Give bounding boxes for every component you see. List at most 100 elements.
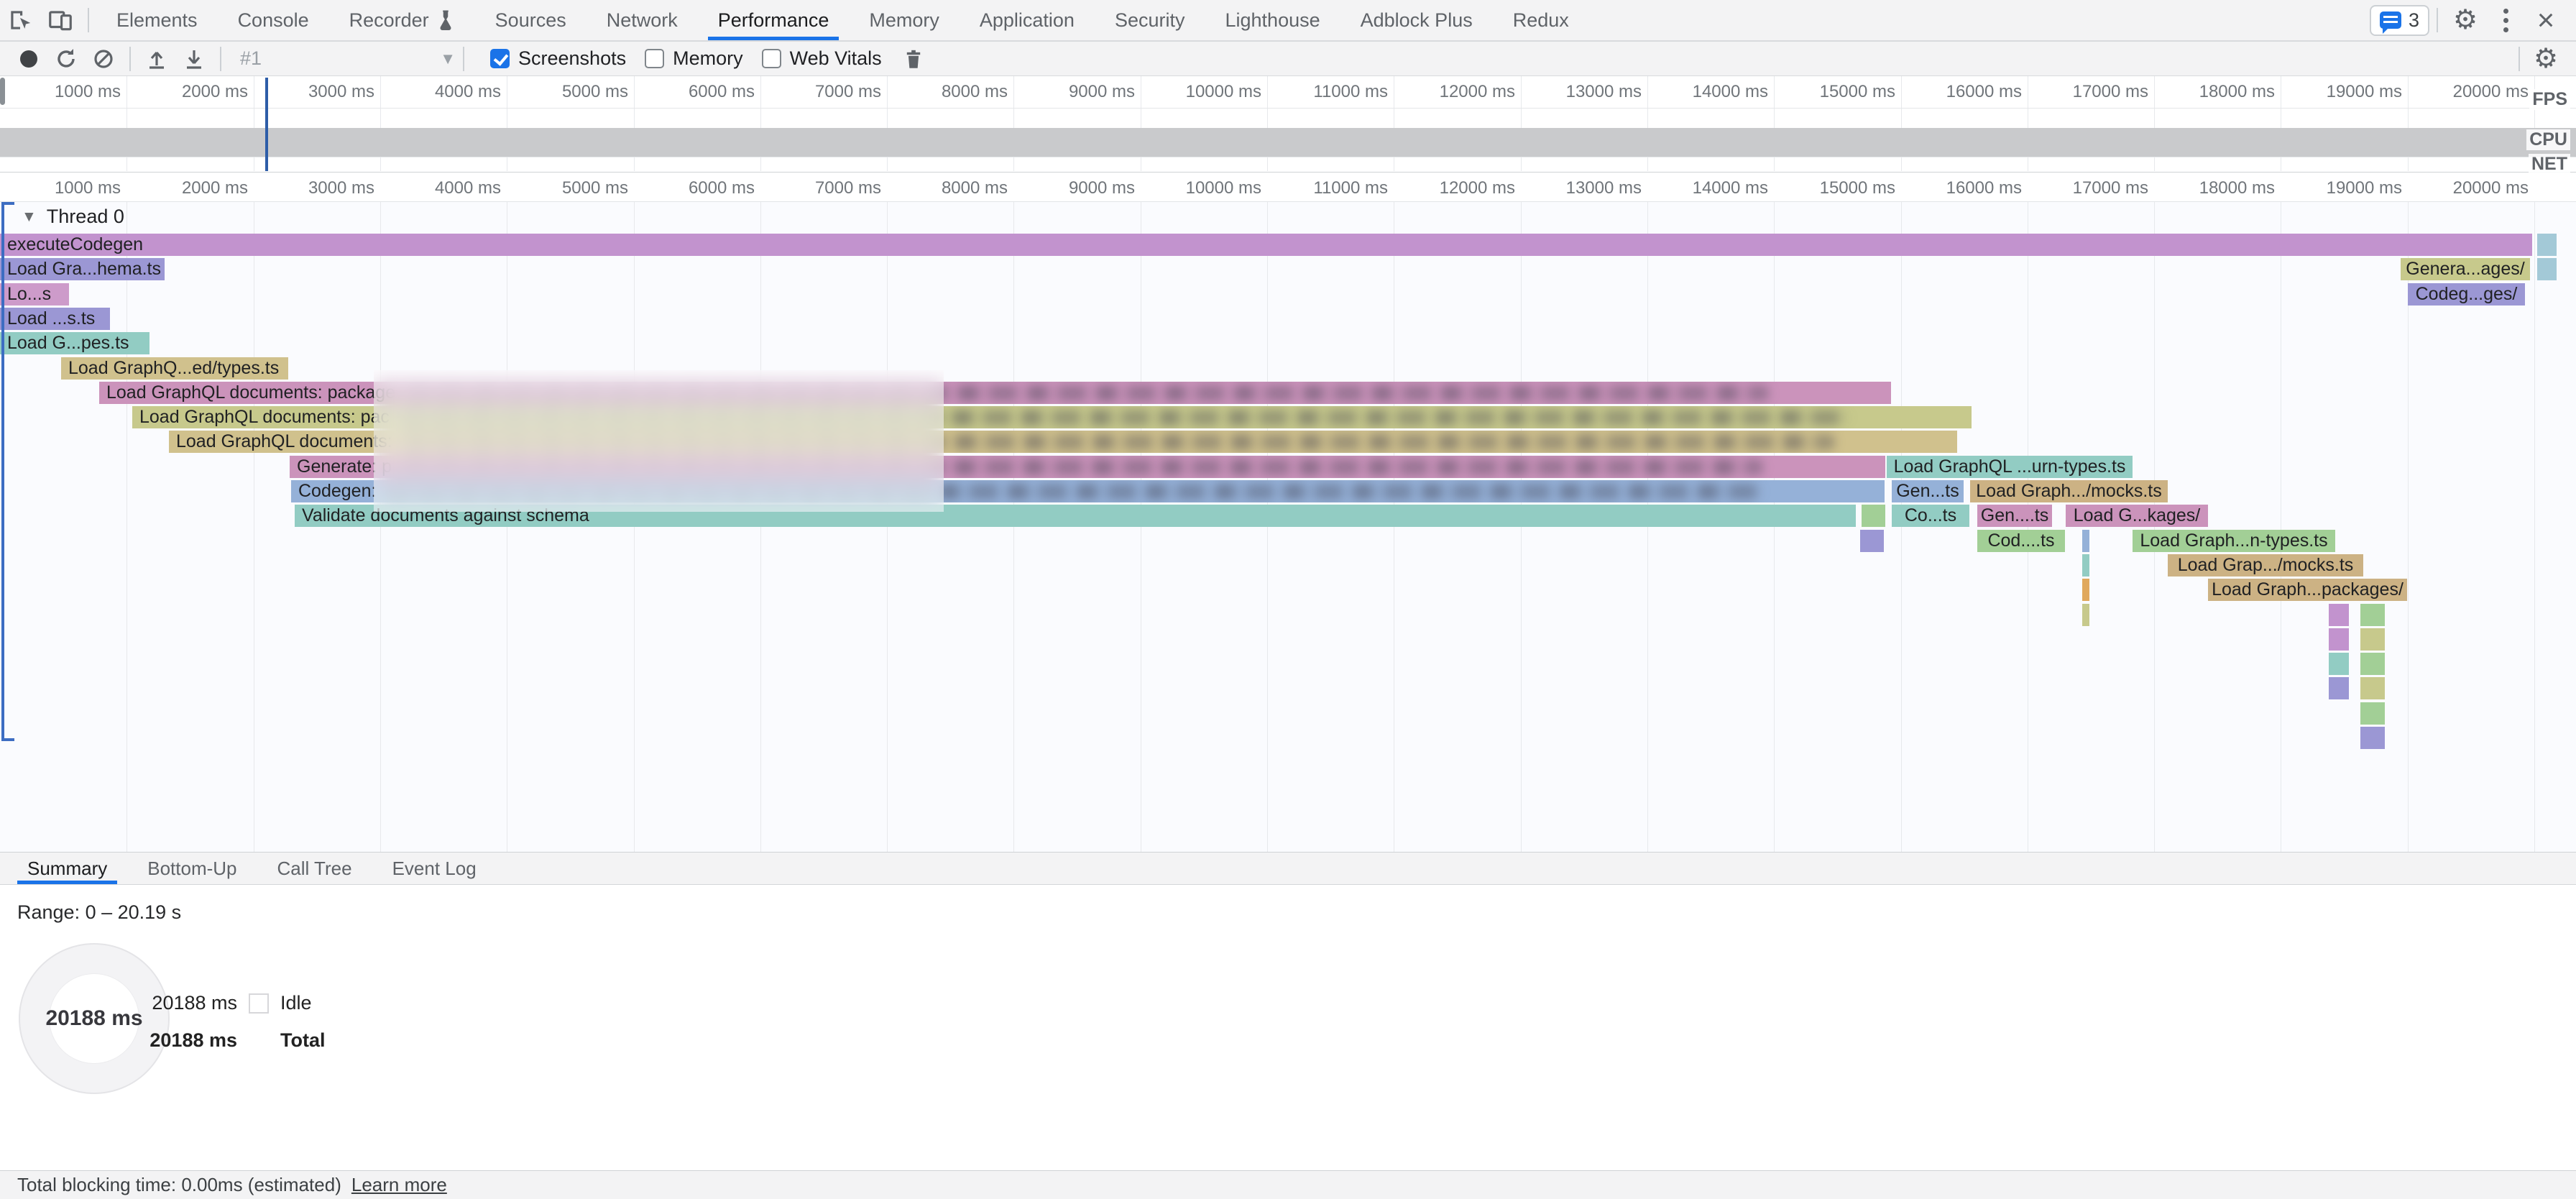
flame-bar-load-gra-hema-ts[interactable]: Load Gra...hema.ts bbox=[0, 258, 165, 280]
tab-call-tree[interactable]: Call Tree bbox=[257, 853, 372, 884]
timeline-overview[interactable]: 1000 ms2000 ms3000 ms4000 ms5000 ms6000 … bbox=[0, 76, 2576, 173]
checkbox-screenshots[interactable]: Screenshots bbox=[490, 47, 626, 70]
flame-bar-label: Load ...s.ts bbox=[7, 308, 95, 329]
flame-bar-lo-s[interactable]: Lo...s bbox=[0, 283, 69, 306]
flame-bar-label: Load Graph.../mocks.ts bbox=[1976, 481, 2161, 502]
close-devtools-icon[interactable]: × bbox=[2526, 0, 2566, 40]
flame-bar-co-ts[interactable]: Co...ts bbox=[1892, 505, 1969, 527]
checkbox-web-vitals[interactable]: Web Vitals bbox=[762, 47, 882, 70]
checked-box-icon[interactable] bbox=[490, 49, 510, 68]
flame-bar[interactable] bbox=[2360, 653, 2385, 675]
flame-bar-label: Load GraphQL documents: pac bbox=[139, 407, 390, 428]
playhead-marker[interactable] bbox=[265, 78, 268, 171]
flame-bar-label: Load GraphQL documents: package bbox=[106, 382, 395, 403]
tab-label: Summary bbox=[27, 858, 107, 880]
clear-recording-button[interactable] bbox=[85, 43, 122, 75]
flame-bar[interactable] bbox=[2082, 554, 2089, 576]
summary-pane: Range: 0 – 20.19 s 20188 ms 20188 ms Idl… bbox=[0, 886, 2576, 1170]
flame-bar-cod-ts[interactable]: Cod....ts bbox=[1977, 530, 2065, 552]
flame-bar[interactable] bbox=[2329, 677, 2349, 699]
flame-bar-load-graphq-ed-types-ts[interactable]: Load GraphQ...ed/types.ts bbox=[61, 357, 288, 380]
trash-icon[interactable] bbox=[895, 43, 932, 75]
legend-row-idle: 20188 ms Idle bbox=[108, 992, 312, 1014]
flame-bar[interactable] bbox=[1862, 505, 1885, 527]
flame-bar[interactable] bbox=[2360, 702, 2385, 725]
flame-bar-label: Load Gra...hema.ts bbox=[7, 259, 161, 280]
flame-bar-codeg-ges[interactable]: Codeg...ges/ bbox=[2408, 283, 2525, 306]
tab-application[interactable]: Application bbox=[960, 0, 1095, 40]
flame-bar-gen-ts[interactable]: Gen....ts bbox=[1977, 505, 2052, 527]
tab-label: Sources bbox=[495, 9, 566, 32]
tab-recorder[interactable]: Recorder bbox=[329, 0, 475, 40]
unchecked-box-icon[interactable] bbox=[762, 49, 781, 68]
tab-memory[interactable]: Memory bbox=[849, 0, 960, 40]
load-profile-icon[interactable] bbox=[138, 43, 175, 75]
flame-bar-load-graphql-urn-types-ts[interactable]: Load GraphQL ...urn-types.ts bbox=[1887, 456, 2133, 478]
flame-bar-label: Gen....ts bbox=[1981, 505, 2048, 526]
legend-row-total: 20188 ms Total bbox=[108, 1029, 326, 1052]
net-lane-label: NET bbox=[2529, 154, 2570, 175]
tab-bottom-up[interactable]: Bottom-Up bbox=[127, 853, 257, 884]
more-options-kebab-icon[interactable] bbox=[2485, 0, 2526, 40]
flame-bar-load-graph-packages[interactable]: Load Graph...packages/ bbox=[2208, 579, 2407, 601]
performance-toolbar: #1 ▼ Screenshots Memory Web Vitals ⚙ bbox=[0, 42, 2576, 76]
tab-security[interactable]: Security bbox=[1095, 0, 1205, 40]
profile-selector-dropdown[interactable]: #1 ▼ bbox=[229, 47, 456, 70]
flame-bar[interactable] bbox=[2360, 628, 2385, 651]
flame-bar[interactable] bbox=[2537, 234, 2557, 256]
flame-bar[interactable] bbox=[2329, 653, 2349, 675]
flame-bar[interactable] bbox=[2360, 677, 2385, 699]
flame-bar[interactable] bbox=[2082, 579, 2089, 601]
tab-summary[interactable]: Summary bbox=[7, 853, 127, 884]
tab-adblock-plus[interactable]: Adblock Plus bbox=[1340, 0, 1493, 40]
device-toolbar-icon[interactable] bbox=[40, 0, 80, 40]
flame-bar-label: Load Graph...packages/ bbox=[2212, 579, 2404, 600]
tab-redux[interactable]: Redux bbox=[1493, 0, 1589, 40]
tab-label: Bottom-Up bbox=[147, 858, 236, 880]
tab-console[interactable]: Console bbox=[218, 0, 329, 40]
flame-bar[interactable] bbox=[2360, 604, 2385, 626]
record-button[interactable] bbox=[10, 43, 47, 75]
flame-bar-load-graph-mocks-ts[interactable]: Load Graph.../mocks.ts bbox=[1970, 480, 2168, 502]
flame-bar[interactable] bbox=[2082, 604, 2089, 626]
flame-bar-load-graph-n-types-ts[interactable]: Load Graph...n-types.ts bbox=[2133, 530, 2335, 552]
flame-bar-label: Load GraphQL ...urn-types.ts bbox=[1894, 456, 2126, 477]
idle-label: Idle bbox=[280, 992, 312, 1014]
flame-bar[interactable] bbox=[2329, 604, 2349, 626]
flame-bar-load-grap-mocks-ts[interactable]: Load Grap.../mocks.ts bbox=[2168, 554, 2363, 576]
capture-settings-gear-icon[interactable]: ⚙ bbox=[2527, 43, 2564, 75]
unchecked-box-icon[interactable] bbox=[645, 49, 664, 68]
flame-bar-genera-ages[interactable]: Genera...ages/ bbox=[2401, 258, 2530, 280]
flame-bar[interactable] bbox=[2360, 727, 2385, 749]
flame-bar-load-g-kages[interactable]: Load G...kages/ bbox=[2066, 505, 2208, 527]
settings-gear-icon[interactable]: ⚙ bbox=[2445, 0, 2485, 40]
tab-event-log[interactable]: Event Log bbox=[372, 853, 497, 884]
ruler-tick-label: 20000 ms bbox=[2370, 82, 2529, 102]
record-and-reload-button[interactable] bbox=[47, 43, 85, 75]
tab-network[interactable]: Network bbox=[586, 0, 698, 40]
flame-bar-load-g-pes-ts[interactable]: Load G...pes.ts bbox=[0, 332, 150, 354]
thread-header[interactable]: ▼ Thread 0 bbox=[22, 206, 124, 228]
fps-lane-label: FPS bbox=[2529, 89, 2570, 110]
flame-bar-load-s-ts[interactable]: Load ...s.ts bbox=[0, 308, 110, 330]
flame-bar[interactable] bbox=[1860, 530, 1884, 552]
flame-bar-gen-ts[interactable]: Gen...ts bbox=[1892, 480, 1964, 502]
issues-badge[interactable]: 3 bbox=[2370, 5, 2429, 36]
flame-bar[interactable] bbox=[2082, 530, 2089, 552]
overview-left-handle[interactable] bbox=[0, 78, 5, 105]
flame-bar[interactable] bbox=[2537, 258, 2557, 280]
disclosure-triangle-icon: ▼ bbox=[22, 208, 37, 226]
gridline bbox=[2534, 173, 2535, 852]
checkbox-memory[interactable]: Memory bbox=[645, 47, 743, 70]
chat-bubble-icon bbox=[2380, 12, 2401, 29]
tab-sources[interactable]: Sources bbox=[475, 0, 586, 40]
flame-bar[interactable] bbox=[2329, 628, 2349, 651]
flame-bar-executecodegen[interactable]: executeCodegen bbox=[0, 234, 2532, 256]
inspect-element-icon[interactable] bbox=[0, 0, 40, 40]
flame-bar-load-graphql-documents-package[interactable]: Load GraphQL documents: package bbox=[99, 382, 1891, 404]
learn-more-link[interactable]: Learn more bbox=[351, 1174, 447, 1196]
tab-lighthouse[interactable]: Lighthouse bbox=[1205, 0, 1340, 40]
save-profile-icon[interactable] bbox=[175, 43, 213, 75]
tab-performance[interactable]: Performance bbox=[698, 0, 850, 40]
tab-elements[interactable]: Elements bbox=[96, 0, 218, 40]
